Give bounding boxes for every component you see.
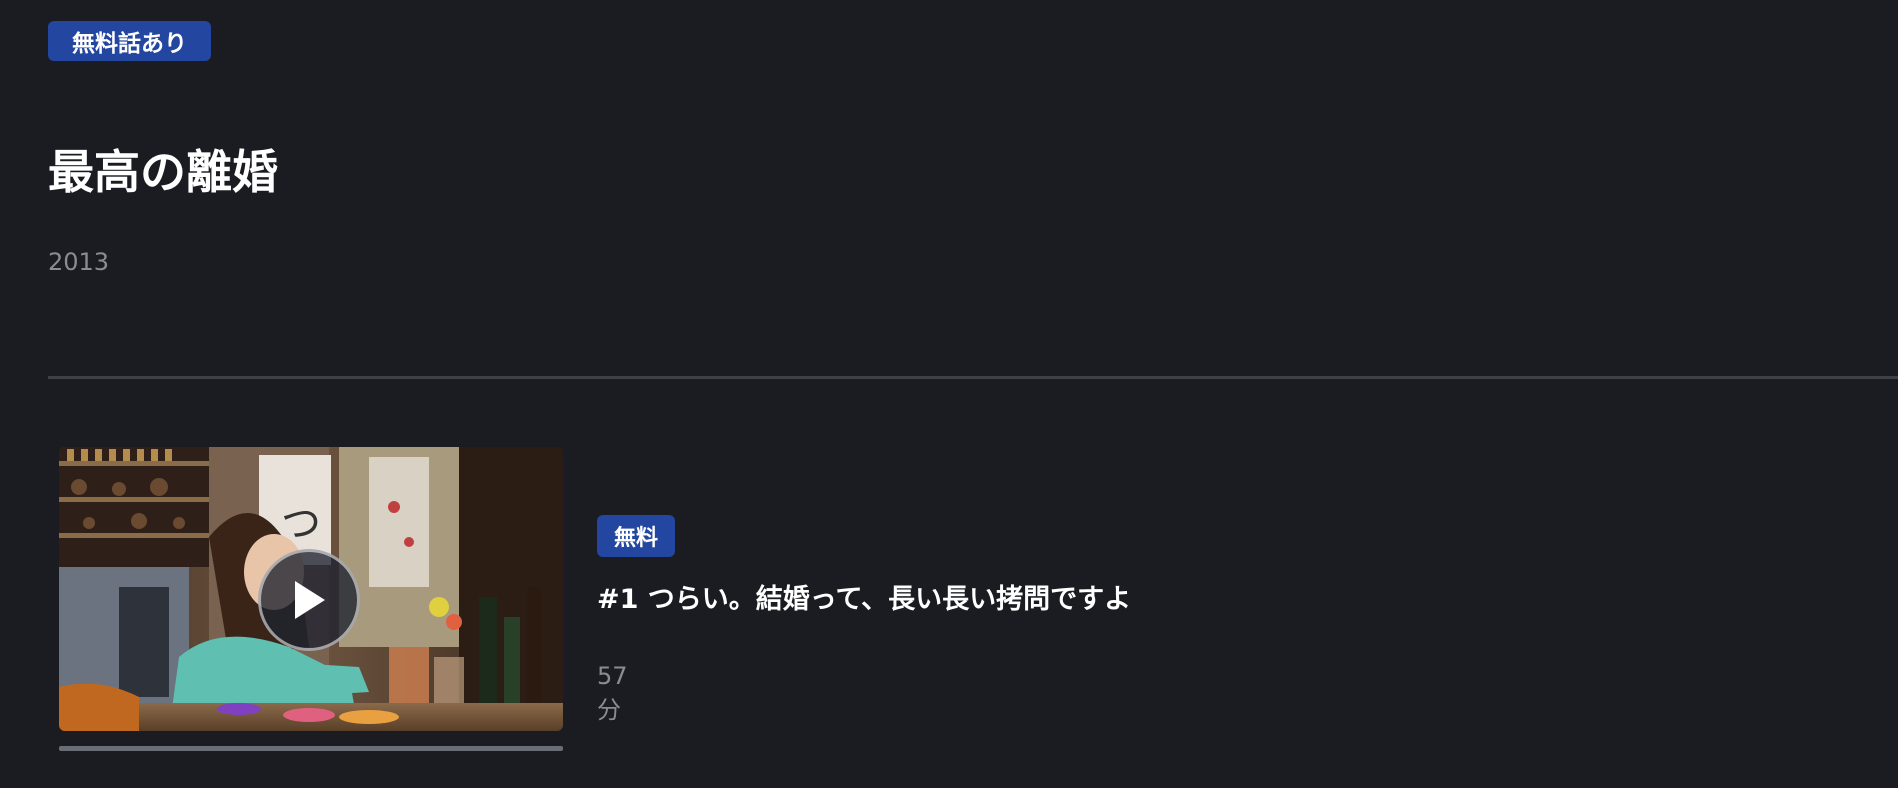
- free-episodes-badge: 無料話あり: [48, 21, 211, 61]
- free-badge: 無料: [597, 515, 675, 557]
- section-divider: [48, 376, 1898, 379]
- episode-duration: 57分: [597, 662, 628, 724]
- play-button[interactable]: [258, 549, 360, 651]
- series-title: 最高の離婚: [48, 145, 278, 199]
- release-year: 2013: [48, 248, 110, 276]
- play-icon: [295, 581, 325, 619]
- episode-title[interactable]: #1 つらい。結婚って、長い長い拷問ですよ: [597, 580, 1131, 620]
- watch-progress-bar: [59, 746, 563, 751]
- series-detail-page: 無料話あり 最高の離婚 2013 つ 無料 #1 つらい。結婚って、長い長い拷問…: [0, 0, 1898, 788]
